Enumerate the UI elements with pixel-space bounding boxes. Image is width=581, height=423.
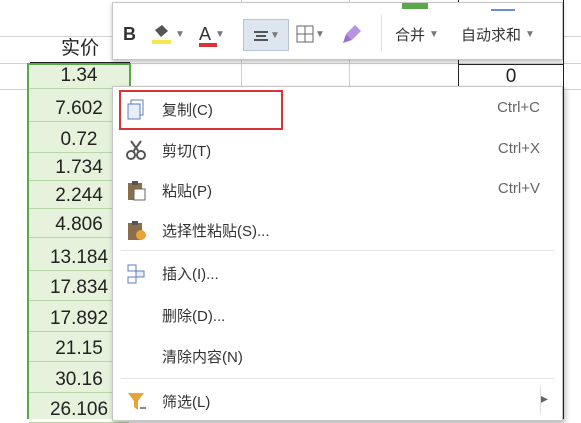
format-painter-button[interactable] bbox=[341, 21, 365, 47]
fill-bucket-icon bbox=[152, 25, 171, 44]
scissors-icon bbox=[126, 140, 146, 160]
filter-icon bbox=[128, 393, 146, 410]
autosum-button[interactable]: 自动求和 ▼ bbox=[461, 21, 535, 47]
menu-item-label: 清除内容(N) bbox=[162, 349, 243, 366]
menu-item-label: 删除(D)... bbox=[162, 308, 226, 325]
paste-icon bbox=[128, 181, 146, 201]
autosum-icon bbox=[491, 3, 515, 11]
menu-item-label: 筛选(L) bbox=[162, 394, 211, 411]
menu-item-shortcut: Ctrl+X bbox=[497, 140, 540, 157]
menu-item-paste[interactable]: 粘贴(P) Ctrl+V bbox=[113, 170, 560, 210]
menu-item-label: 插入(I)... bbox=[162, 266, 219, 283]
menu-item-shortcut: Ctrl+C bbox=[497, 99, 540, 116]
toolbar-divider bbox=[381, 15, 382, 51]
chevron-down-icon: ▼ bbox=[429, 28, 439, 40]
submenu-arrow-icon: ▶ bbox=[540, 394, 548, 405]
border-button[interactable]: ▼ bbox=[295, 21, 325, 47]
font-color-letter: A bbox=[199, 23, 212, 44]
menu-separator bbox=[121, 378, 554, 379]
menu-item-filter[interactable]: 筛选(L) ▶ bbox=[113, 381, 560, 421]
font-color-button[interactable]: A ▼ bbox=[199, 21, 225, 47]
merge-button[interactable]: 合并 ▼ bbox=[395, 21, 439, 47]
chevron-down-icon: ▼ bbox=[215, 28, 225, 40]
menu-separator bbox=[121, 250, 554, 251]
insert-icon bbox=[127, 264, 145, 284]
chevron-down-icon: ▼ bbox=[270, 29, 280, 41]
align-button[interactable]: ▼ bbox=[243, 19, 289, 51]
menu-item-paste-special[interactable]: 选择性粘贴(S)... bbox=[113, 210, 560, 250]
menu-item-clear-contents[interactable]: 清除内容(N) bbox=[113, 336, 560, 376]
menu-item-shortcut: Ctrl+V bbox=[497, 180, 540, 197]
chevron-down-icon: ▼ bbox=[525, 28, 535, 40]
menu-item-delete[interactable]: 删除(D)... bbox=[113, 295, 560, 335]
menu-item-insert[interactable]: 插入(I)... bbox=[113, 253, 560, 293]
menu-item-cut[interactable]: 剪切(T) Ctrl+X bbox=[113, 130, 560, 170]
autosum-label: 自动求和 bbox=[461, 26, 522, 44]
context-menu: 复制(C) Ctrl+C 剪切(T) Ctrl+X 粘贴(P) Ctrl+V 选… bbox=[112, 86, 563, 421]
format-painter-icon bbox=[343, 25, 361, 43]
mini-toolbar: B ▼ A ▼ ▼ ▼ 合并 ▼ 自动求和 ▼ bbox=[112, 2, 563, 60]
paste-special-icon bbox=[128, 221, 146, 240]
highlight-box bbox=[119, 90, 283, 130]
align-center-icon bbox=[254, 31, 269, 41]
fill-color-button[interactable]: ▼ bbox=[149, 21, 185, 47]
font-color-bar bbox=[199, 43, 217, 47]
chevron-down-icon: ▼ bbox=[315, 28, 325, 40]
submenu-divider bbox=[540, 385, 541, 415]
menu-item-label: 选择性粘贴(S)... bbox=[162, 223, 270, 240]
menu-item-label: 剪切(T) bbox=[162, 143, 212, 160]
merge-label: 合并 bbox=[395, 26, 426, 44]
border-grid-icon bbox=[296, 25, 314, 43]
merge-icon bbox=[402, 3, 428, 9]
bold-button[interactable]: B bbox=[123, 21, 136, 47]
menu-item-label: 粘贴(P) bbox=[162, 183, 212, 200]
chevron-down-icon: ▼ bbox=[175, 28, 185, 40]
